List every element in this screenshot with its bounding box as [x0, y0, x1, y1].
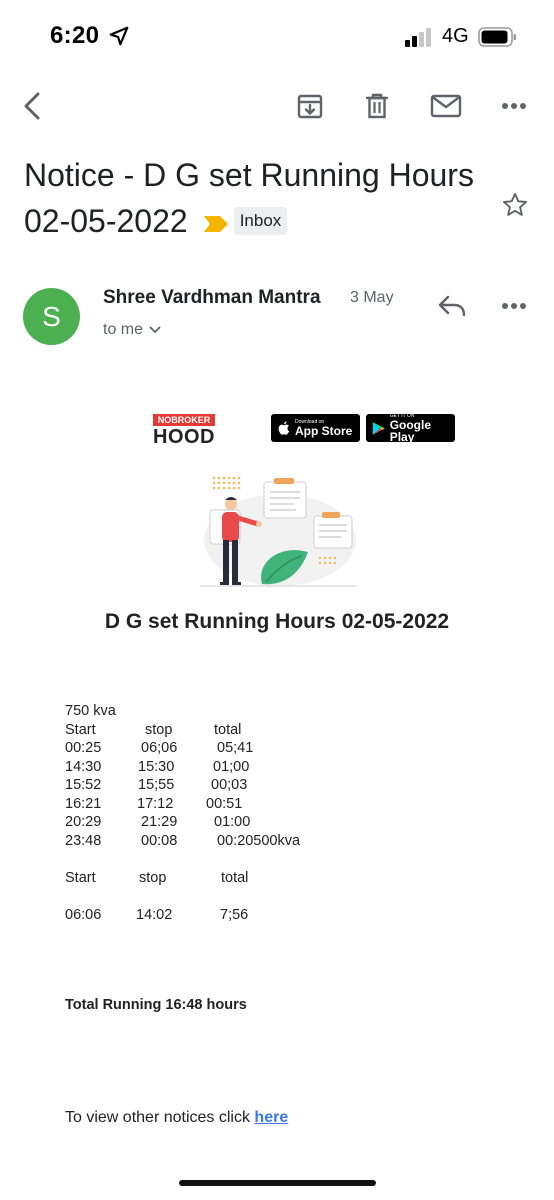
- notice-board-illustration: [200, 476, 356, 587]
- google-play-badge[interactable]: GET IT ON Google Play: [366, 413, 455, 444]
- stop-time: 17:12: [137, 795, 174, 812]
- view-notices-text: To view other notices click: [65, 1109, 250, 1126]
- home-indicator[interactable]: [179, 1180, 376, 1186]
- table1-header-total: total: [214, 721, 242, 738]
- apple-logo-icon: [278, 421, 290, 435]
- app-store-badge[interactable]: Download on App Store: [271, 414, 360, 442]
- total-running-hours: Total Running 16:48 hours: [65, 997, 247, 1013]
- logo-top-text: NOBROKER: [153, 414, 215, 426]
- nobroker-hood-logo: NOBROKER HOOD: [153, 414, 217, 448]
- capacity-label: 750 kva: [65, 703, 116, 719]
- inbox-label-chip[interactable]: Inbox: [233, 206, 288, 235]
- email-subject: Notice - D G set Running Hours 02-05-202…: [24, 152, 484, 244]
- total-time: 7;56: [220, 906, 249, 923]
- network-type: 4G: [442, 25, 469, 47]
- start-time: 20:29: [65, 814, 102, 830]
- trash-icon: [365, 93, 389, 119]
- stop-time: 00:08: [141, 832, 178, 849]
- signal-strength-icon: [405, 28, 431, 47]
- more-horizontal-icon: [502, 303, 526, 309]
- google-play-icon: [372, 421, 385, 435]
- battery-icon: [478, 27, 516, 47]
- email-heading: D G set Running Hours 02-05-2022: [104, 610, 450, 633]
- google-play-big-text: Google Play: [389, 417, 432, 444]
- message-more-button[interactable]: [496, 292, 532, 320]
- logo-bottom-text: HOOD: [153, 426, 215, 448]
- stop-time: 21:29: [141, 814, 178, 830]
- mail-icon: [430, 94, 462, 118]
- start-time: 23:48: [65, 832, 102, 849]
- sender-avatar[interactable]: S: [23, 288, 80, 345]
- total-time: 01;00: [213, 758, 250, 775]
- start-time: 06:06: [65, 906, 102, 923]
- total-time: 01:00: [214, 814, 251, 830]
- view-notices-link[interactable]: here: [254, 1109, 288, 1126]
- start-time: 16:21: [65, 795, 102, 812]
- stop-time: 15;55: [138, 777, 175, 793]
- stop-time: 15:30: [138, 758, 175, 775]
- start-time: 15:52: [65, 777, 102, 793]
- table1-header-start: Start: [65, 721, 96, 738]
- table1-header-stop: stop: [145, 721, 173, 738]
- start-time: 14:30: [65, 758, 102, 775]
- total-time: 00:51: [206, 795, 243, 812]
- more-horizontal-icon: [502, 103, 526, 109]
- recipient-label: to me: [103, 321, 144, 338]
- message-toolbar: [0, 80, 554, 136]
- table2-header-stop: stop: [139, 869, 167, 886]
- more-options-button[interactable]: [494, 86, 534, 126]
- reply-icon: [438, 295, 466, 317]
- status-bar: 6:20 4G: [0, 0, 554, 74]
- status-time: 6:20: [50, 22, 100, 49]
- table2-header-total: total: [221, 869, 249, 886]
- total-time: 05;41: [217, 740, 254, 756]
- delete-button[interactable]: [357, 86, 397, 126]
- total-time: 00;03: [211, 777, 248, 793]
- reply-button[interactable]: [434, 290, 470, 322]
- stop-time: 14:02: [136, 906, 173, 923]
- star-button[interactable]: [496, 186, 534, 224]
- table2-header-start: Start: [65, 869, 96, 886]
- start-time: 00:25: [65, 740, 102, 756]
- back-arrow-icon: [24, 92, 40, 120]
- archive-button[interactable]: [290, 86, 330, 126]
- mark-unread-button[interactable]: [426, 86, 466, 126]
- total-time: 00:20500kva: [217, 832, 301, 849]
- chevron-down-icon: [149, 326, 161, 334]
- back-button[interactable]: [12, 86, 52, 126]
- location-arrow-icon: [109, 26, 129, 46]
- stop-time: 06;06: [141, 740, 178, 756]
- recipient-details-toggle[interactable]: to me: [103, 321, 161, 339]
- archive-icon: [297, 94, 323, 119]
- app-store-big-text: App Store: [295, 423, 353, 438]
- importance-marker-icon: [203, 215, 228, 232]
- message-date: 3 May: [350, 289, 394, 306]
- view-notices-line: To view other notices click here: [65, 1109, 288, 1127]
- sender-name[interactable]: Shree Vardhman Mantra: [103, 287, 321, 309]
- star-icon: [502, 192, 528, 216]
